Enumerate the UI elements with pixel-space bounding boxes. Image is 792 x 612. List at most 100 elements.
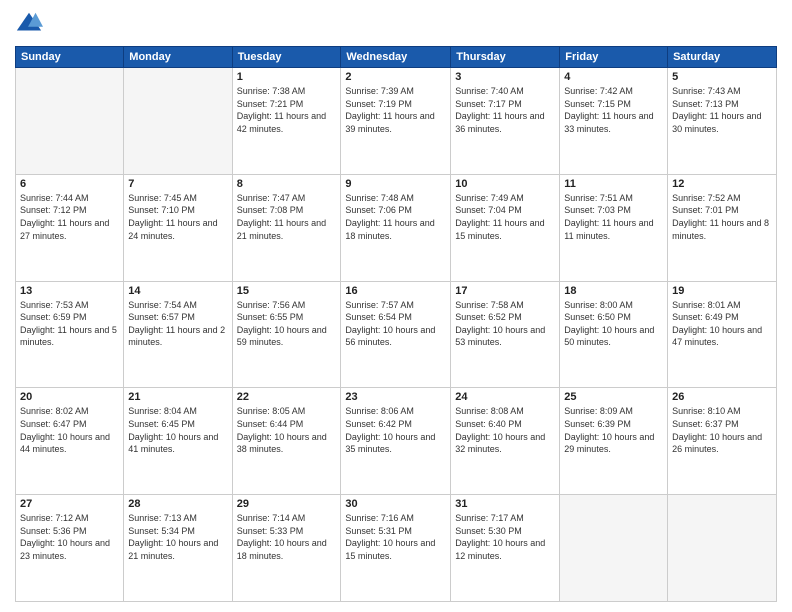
day-info: Sunrise: 8:01 AMSunset: 6:49 PMDaylight:… <box>672 299 772 349</box>
calendar-cell <box>668 495 777 602</box>
weekday-header-row: SundayMondayTuesdayWednesdayThursdayFrid… <box>16 47 777 68</box>
day-info: Sunrise: 7:48 AMSunset: 7:06 PMDaylight:… <box>345 192 446 242</box>
day-number: 26 <box>672 391 772 403</box>
week-row-4: 20 Sunrise: 8:02 AMSunset: 6:47 PMDayligh… <box>16 388 777 495</box>
calendar-cell: 18 Sunrise: 8:00 AMSunset: 6:50 PMDayligh… <box>560 281 668 388</box>
calendar-cell <box>124 68 232 175</box>
day-number: 11 <box>564 178 663 190</box>
day-info: Sunrise: 7:40 AMSunset: 7:17 PMDaylight:… <box>455 85 555 135</box>
week-row-3: 13 Sunrise: 7:53 AMSunset: 6:59 PMDayligh… <box>16 281 777 388</box>
calendar-cell <box>16 68 124 175</box>
calendar-cell: 7 Sunrise: 7:45 AMSunset: 7:10 PMDaylight… <box>124 174 232 281</box>
calendar-cell: 6 Sunrise: 7:44 AMSunset: 7:12 PMDaylight… <box>16 174 124 281</box>
day-info: Sunrise: 7:53 AMSunset: 6:59 PMDaylight:… <box>20 299 119 349</box>
day-info: Sunrise: 8:08 AMSunset: 6:40 PMDaylight:… <box>455 405 555 455</box>
day-number: 24 <box>455 391 555 403</box>
day-info: Sunrise: 8:06 AMSunset: 6:42 PMDaylight:… <box>345 405 446 455</box>
calendar-cell: 21 Sunrise: 8:04 AMSunset: 6:45 PMDayligh… <box>124 388 232 495</box>
day-info: Sunrise: 7:52 AMSunset: 7:01 PMDaylight:… <box>672 192 772 242</box>
calendar-cell: 1 Sunrise: 7:38 AMSunset: 7:21 PMDaylight… <box>232 68 341 175</box>
day-number: 28 <box>128 498 227 510</box>
day-number: 15 <box>237 285 337 297</box>
calendar-cell: 14 Sunrise: 7:54 AMSunset: 6:57 PMDayligh… <box>124 281 232 388</box>
day-info: Sunrise: 7:56 AMSunset: 6:55 PMDaylight:… <box>237 299 337 349</box>
calendar-cell: 10Sunrise: 7:49 AMSunset: 7:04 PMDayligh… <box>451 174 560 281</box>
day-info: Sunrise: 7:57 AMSunset: 6:54 PMDaylight:… <box>345 299 446 349</box>
week-row-1: 1 Sunrise: 7:38 AMSunset: 7:21 PMDaylight… <box>16 68 777 175</box>
calendar-cell: 29 Sunrise: 7:14 AMSunset: 5:33 PMDayligh… <box>232 495 341 602</box>
day-info: Sunrise: 8:09 AMSunset: 6:39 PMDaylight:… <box>564 405 663 455</box>
day-number: 4 <box>564 71 663 83</box>
day-number: 20 <box>20 391 119 403</box>
day-number: 17 <box>455 285 555 297</box>
weekday-header-tuesday: Tuesday <box>232 47 341 68</box>
day-number: 31 <box>455 498 555 510</box>
calendar-cell: 23 Sunrise: 8:06 AMSunset: 6:42 PMDayligh… <box>341 388 451 495</box>
day-info: Sunrise: 8:05 AMSunset: 6:44 PMDaylight:… <box>237 405 337 455</box>
calendar-cell: 4 Sunrise: 7:42 AMSunset: 7:15 PMDaylight… <box>560 68 668 175</box>
day-number: 8 <box>237 178 337 190</box>
calendar-cell: 9 Sunrise: 7:48 AMSunset: 7:06 PMDaylight… <box>341 174 451 281</box>
day-info: Sunrise: 7:44 AMSunset: 7:12 PMDaylight:… <box>20 192 119 242</box>
day-number: 12 <box>672 178 772 190</box>
day-info: Sunrise: 8:00 AMSunset: 6:50 PMDaylight:… <box>564 299 663 349</box>
day-number: 2 <box>345 71 446 83</box>
weekday-header-friday: Friday <box>560 47 668 68</box>
day-info: Sunrise: 7:54 AMSunset: 6:57 PMDaylight:… <box>128 299 227 349</box>
day-info: Sunrise: 7:58 AMSunset: 6:52 PMDaylight:… <box>455 299 555 349</box>
calendar-cell: 3 Sunrise: 7:40 AMSunset: 7:17 PMDaylight… <box>451 68 560 175</box>
day-number: 21 <box>128 391 227 403</box>
day-info: Sunrise: 8:04 AMSunset: 6:45 PMDaylight:… <box>128 405 227 455</box>
day-info: Sunrise: 7:17 AMSunset: 5:30 PMDaylight:… <box>455 512 555 562</box>
day-info: Sunrise: 7:51 AMSunset: 7:03 PMDaylight:… <box>564 192 663 242</box>
day-number: 27 <box>20 498 119 510</box>
calendar-cell: 12 Sunrise: 7:52 AMSunset: 7:01 PMDayligh… <box>668 174 777 281</box>
calendar-table: SundayMondayTuesdayWednesdayThursdayFrid… <box>15 46 777 602</box>
page: SundayMondayTuesdayWednesdayThursdayFrid… <box>0 0 792 612</box>
calendar-cell: 25Sunrise: 8:09 AMSunset: 6:39 PMDayligh… <box>560 388 668 495</box>
day-number: 9 <box>345 178 446 190</box>
calendar-cell: 17 Sunrise: 7:58 AMSunset: 6:52 PMDayligh… <box>451 281 560 388</box>
weekday-header-wednesday: Wednesday <box>341 47 451 68</box>
calendar-cell: 28 Sunrise: 7:13 AMSunset: 5:34 PMDayligh… <box>124 495 232 602</box>
calendar-cell <box>560 495 668 602</box>
day-info: Sunrise: 7:42 AMSunset: 7:15 PMDaylight:… <box>564 85 663 135</box>
calendar-cell: 8 Sunrise: 7:47 AMSunset: 7:08 PMDaylight… <box>232 174 341 281</box>
day-info: Sunrise: 7:47 AMSunset: 7:08 PMDaylight:… <box>237 192 337 242</box>
day-info: Sunrise: 7:45 AMSunset: 7:10 PMDaylight:… <box>128 192 227 242</box>
day-info: Sunrise: 7:12 AMSunset: 5:36 PMDaylight:… <box>20 512 119 562</box>
day-number: 16 <box>345 285 446 297</box>
day-info: Sunrise: 7:43 AMSunset: 7:13 PMDaylight:… <box>672 85 772 135</box>
day-info: Sunrise: 7:14 AMSunset: 5:33 PMDaylight:… <box>237 512 337 562</box>
day-number: 22 <box>237 391 337 403</box>
day-number: 23 <box>345 391 446 403</box>
calendar-cell: 2Sunrise: 7:39 AMSunset: 7:19 PMDaylight… <box>341 68 451 175</box>
day-info: Sunrise: 7:13 AMSunset: 5:34 PMDaylight:… <box>128 512 227 562</box>
day-info: Sunrise: 8:10 AMSunset: 6:37 PMDaylight:… <box>672 405 772 455</box>
logo <box>15 10 47 38</box>
day-number: 19 <box>672 285 772 297</box>
calendar-cell: 20 Sunrise: 8:02 AMSunset: 6:47 PMDayligh… <box>16 388 124 495</box>
day-number: 13 <box>20 285 119 297</box>
day-info: Sunrise: 7:38 AMSunset: 7:21 PMDaylight:… <box>237 85 337 135</box>
calendar-cell: 27 Sunrise: 7:12 AMSunset: 5:36 PMDayligh… <box>16 495 124 602</box>
calendar-cell: 26 Sunrise: 8:10 AMSunset: 6:37 PMDayligh… <box>668 388 777 495</box>
calendar-cell: 15 Sunrise: 7:56 AMSunset: 6:55 PMDayligh… <box>232 281 341 388</box>
day-number: 29 <box>237 498 337 510</box>
calendar-cell: 22 Sunrise: 8:05 AMSunset: 6:44 PMDayligh… <box>232 388 341 495</box>
day-number: 1 <box>237 71 337 83</box>
day-number: 3 <box>455 71 555 83</box>
day-number: 14 <box>128 285 227 297</box>
weekday-header-thursday: Thursday <box>451 47 560 68</box>
day-number: 7 <box>128 178 227 190</box>
day-info: Sunrise: 8:02 AMSunset: 6:47 PMDaylight:… <box>20 405 119 455</box>
day-number: 18 <box>564 285 663 297</box>
day-info: Sunrise: 7:16 AMSunset: 5:31 PMDaylight:… <box>345 512 446 562</box>
calendar-cell: 5Sunrise: 7:43 AMSunset: 7:13 PMDaylight… <box>668 68 777 175</box>
calendar-cell: 19 Sunrise: 8:01 AMSunset: 6:49 PMDayligh… <box>668 281 777 388</box>
calendar-cell: 30Sunrise: 7:16 AMSunset: 5:31 PMDayligh… <box>341 495 451 602</box>
logo-icon <box>15 10 43 38</box>
header <box>15 10 777 38</box>
day-number: 6 <box>20 178 119 190</box>
calendar-cell: 11 Sunrise: 7:51 AMSunset: 7:03 PMDayligh… <box>560 174 668 281</box>
